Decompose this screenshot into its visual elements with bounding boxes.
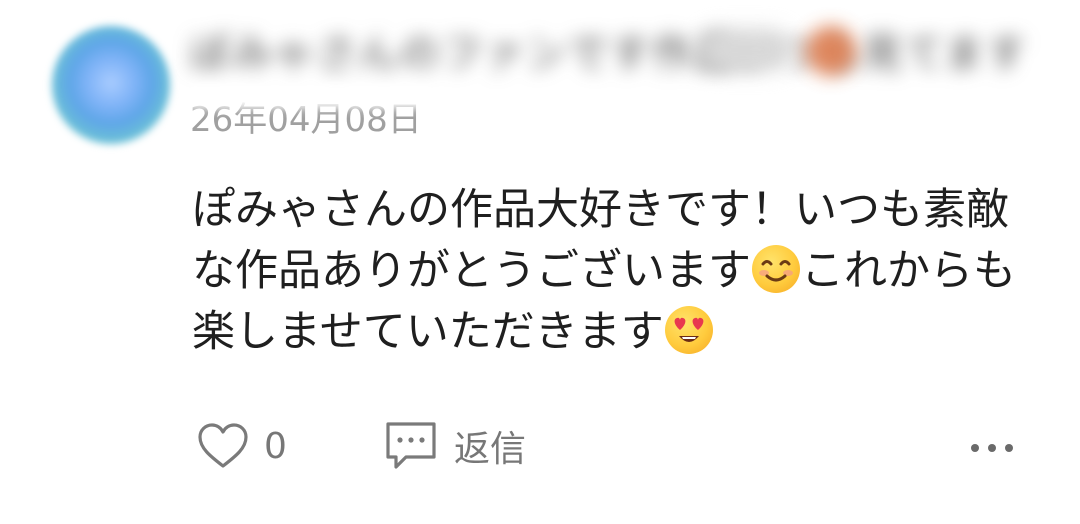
comment-line-3: 楽しませていただきます	[192, 302, 1022, 363]
more-horizontal-icon	[966, 428, 1018, 468]
reply-button[interactable]: 返信	[384, 414, 526, 478]
smiling-face-icon	[752, 245, 800, 293]
more-options-button[interactable]	[966, 428, 1018, 468]
user-extra-blurred	[700, 30, 790, 70]
user-badge-icon	[806, 26, 856, 76]
comment-body: ぽみゃさんの作品大好きです！いつも素敵 な作品ありがとうございます これからも …	[192, 180, 1022, 363]
comment-item: ぽみゃさんのファンです作品いつも見てます 26年04月08日 ぽみゃさんの作品大…	[0, 0, 1080, 524]
username[interactable]: ぽみゃさんのファンです作品いつも見てます	[190, 22, 1026, 78]
like-button[interactable]: 0	[196, 416, 287, 476]
date-blur-overlay	[186, 86, 436, 108]
heart-outline-icon	[196, 421, 250, 471]
username-text: ぽみゃさんのファンです作品いつも見てます	[190, 31, 1028, 77]
heart-eyes-face-icon	[664, 306, 713, 354]
comment-line-1: ぽみゃさんの作品大好きです！いつも素敵	[192, 185, 1009, 235]
comment-line-2: な作品ありがとうございます これからも	[192, 245, 1016, 296]
avatar[interactable]	[52, 26, 170, 144]
reply-label: 返信	[454, 429, 527, 470]
speech-bubble-icon	[384, 419, 438, 473]
comment-actions: 0 返信	[0, 408, 1080, 478]
like-count: 0	[264, 425, 287, 467]
